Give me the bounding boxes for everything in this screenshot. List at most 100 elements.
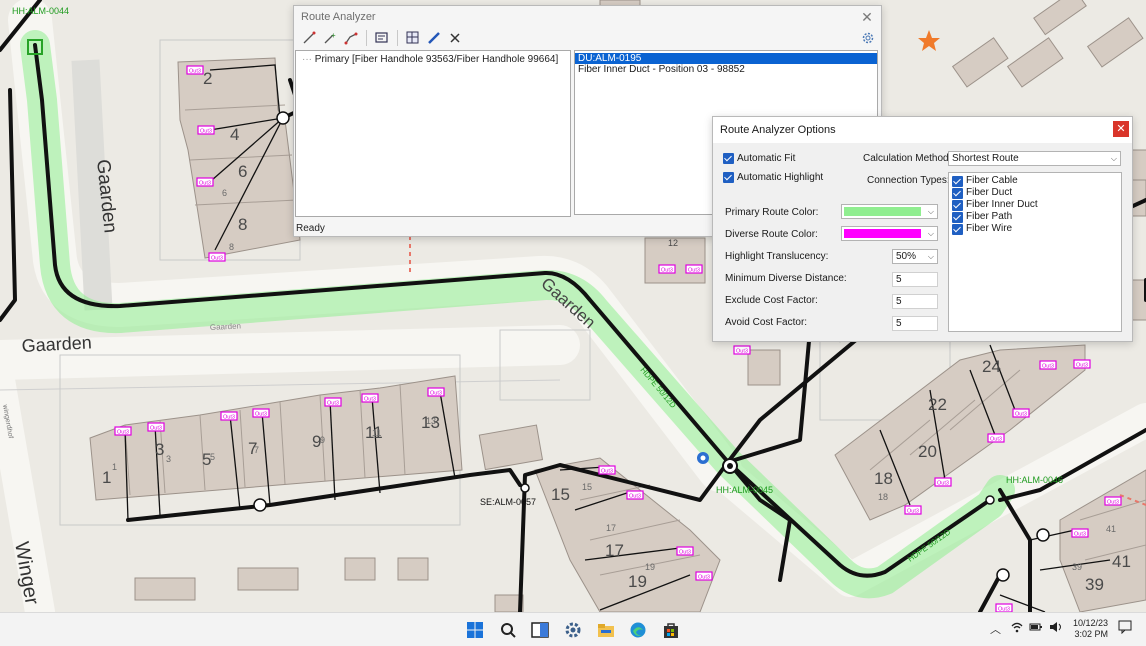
route-analyzer-titlebar[interactable]: Route Analyzer ✕ (294, 6, 881, 28)
volume-icon[interactable] (1049, 621, 1063, 636)
out3-tag[interactable]: Out3 (685, 264, 703, 274)
calculation-method-select[interactable]: Shortest Route ⌵ (948, 151, 1121, 166)
out3-tag[interactable]: Out3 (427, 387, 445, 397)
automatic-highlight-checkbox[interactable] (723, 172, 734, 183)
route-analyzer-close-button[interactable]: ✕ (859, 6, 875, 28)
grid-icon[interactable] (404, 29, 422, 47)
chevron-down-icon: ⌵ (1110, 154, 1117, 163)
settings-icon[interactable] (563, 620, 583, 640)
out3-tag[interactable]: Out3 (934, 477, 952, 487)
wifi-icon[interactable] (1011, 621, 1023, 636)
chevron-up-icon[interactable]: ︿ (990, 621, 1001, 637)
out3-tag[interactable]: Out3 (197, 125, 215, 135)
clear-icon[interactable] (446, 29, 464, 47)
out3-tag[interactable]: Out3 (733, 345, 751, 355)
house-number-small: 7 (254, 445, 259, 455)
connection-type-label: Fiber Wire (966, 223, 1013, 234)
primary-route-color-swatch (844, 207, 921, 216)
options-title: Route Analyzer Options (720, 124, 836, 136)
svg-text:Out3: Out3 (601, 469, 613, 475)
settings-gear-icon[interactable] (859, 29, 877, 47)
house-number-small: 3 (166, 454, 171, 464)
out3-tag[interactable]: Out3 (220, 411, 238, 421)
out3-tag[interactable]: Out3 (1039, 360, 1057, 370)
list-item[interactable]: Fiber Inner Duct - Position 03 - 98852 (575, 64, 877, 75)
out3-tag[interactable]: Out3 (208, 252, 226, 262)
out3-tag[interactable]: Out3 (676, 546, 694, 556)
list-item[interactable]: DU:ALM-0195 (575, 53, 877, 64)
out3-tag[interactable]: Out3 (361, 393, 379, 403)
house-number: 2 (203, 69, 212, 88)
edge-icon[interactable] (628, 620, 648, 640)
connection-types-list[interactable]: Fiber Cable Fiber Duct Fiber Inner Duct … (948, 172, 1122, 332)
route-analyzer-options-dialog[interactable]: Route Analyzer Options ✕ Automatic Fit A… (712, 116, 1133, 342)
avoid-cost-factor-input[interactable]: 5 (892, 316, 938, 331)
file-explorer-icon[interactable] (596, 620, 616, 640)
house-number-small: 6 (222, 188, 227, 198)
out3-tag[interactable]: Out3 (987, 433, 1005, 443)
connection-type-checkbox[interactable] (952, 212, 963, 223)
svg-text:Out3: Out3 (364, 397, 376, 403)
add-point-icon[interactable]: + (321, 29, 339, 47)
out3-tag[interactable]: Out3 (598, 465, 616, 475)
taskbar-clock[interactable]: 10/12/23 3:02 PM (1073, 618, 1108, 640)
out3-tag[interactable]: Out3 (1071, 528, 1089, 538)
trace-icon[interactable] (300, 29, 318, 47)
out3-tag[interactable]: Out3 (324, 397, 342, 407)
chevron-down-icon: ⌵ (927, 229, 934, 238)
start-icon[interactable] (465, 620, 485, 640)
handhole-label-center: HH:ALM-0045 (716, 485, 773, 495)
diverse-route-color-swatch (844, 229, 921, 238)
min-diverse-distance-input[interactable]: 5 (892, 272, 938, 287)
svg-text:Out3: Out3 (211, 256, 223, 262)
battery-icon[interactable] (1029, 621, 1043, 636)
diverse-route-color-picker[interactable]: ⌵ (841, 226, 938, 241)
out3-tag[interactable]: Out3 (658, 264, 676, 274)
out3-tag[interactable]: Out3 (995, 603, 1013, 612)
options-titlebar[interactable]: Route Analyzer Options ✕ (713, 117, 1132, 143)
out3-tag[interactable]: Out3 (1012, 408, 1030, 418)
exclude-cost-factor-input[interactable]: 5 (892, 294, 938, 309)
out3-tag[interactable]: Out3 (904, 505, 922, 515)
svg-text:+: + (331, 31, 336, 40)
highlight-translucency-select[interactable]: 50% ⌵ (892, 249, 938, 264)
task-view-icon[interactable] (530, 620, 550, 640)
highlight-translucency-value: 50% (896, 251, 917, 262)
report-icon[interactable] (373, 29, 391, 47)
house-number-small: 13 (426, 416, 436, 426)
route-icon[interactable] (342, 29, 360, 47)
street-label-gaarden-horizontal: Gaarden (21, 332, 92, 356)
map-pin-icon[interactable] (697, 452, 709, 464)
store-icon[interactable] (661, 620, 681, 640)
notification-icon[interactable] (1118, 620, 1132, 637)
out3-tag[interactable]: Out3 (147, 422, 165, 432)
house-number: 12 (668, 238, 678, 248)
primary-route-color-picker[interactable]: ⌵ (841, 204, 938, 219)
connection-type-checkbox[interactable] (952, 176, 963, 187)
svg-text:Out3: Out3 (117, 430, 129, 436)
out3-tag[interactable]: Out3 (186, 65, 204, 75)
out3-tag[interactable]: Out3 (252, 408, 270, 418)
house-number: 1 (102, 468, 111, 487)
connection-type-label: Fiber Inner Duct (966, 199, 1038, 210)
house-number-small: 8 (229, 242, 234, 252)
connection-type-checkbox[interactable] (952, 188, 963, 199)
automatic-fit-checkbox[interactable] (723, 153, 734, 164)
route-analyzer-toolbar: + (294, 28, 881, 48)
connection-type-checkbox[interactable] (952, 200, 963, 211)
handhole-center-marker[interactable] (722, 458, 738, 474)
options-close-button[interactable]: ✕ (1113, 121, 1129, 137)
connection-type-label: Fiber Duct (966, 187, 1013, 198)
out3-tag[interactable]: Out3 (1073, 359, 1091, 369)
out3-tag[interactable]: Out3 (626, 490, 644, 500)
out3-tag[interactable]: Out3 (1104, 496, 1122, 506)
out3-tag[interactable]: Out3 (114, 426, 132, 436)
svg-text:Out3: Out3 (189, 69, 201, 75)
search-icon[interactable] (498, 620, 518, 640)
out3-tag[interactable]: Out3 (196, 177, 214, 187)
connection-type-checkbox[interactable] (952, 224, 963, 235)
pencil-icon[interactable] (425, 29, 443, 47)
out3-tag[interactable]: Out3 (695, 571, 713, 581)
tree-item-primary[interactable]: ··· Primary [Fiber Handhole 93563/Fiber … (302, 54, 558, 65)
route-tree-pane[interactable]: ··· Primary [Fiber Handhole 93563/Fiber … (295, 50, 571, 217)
